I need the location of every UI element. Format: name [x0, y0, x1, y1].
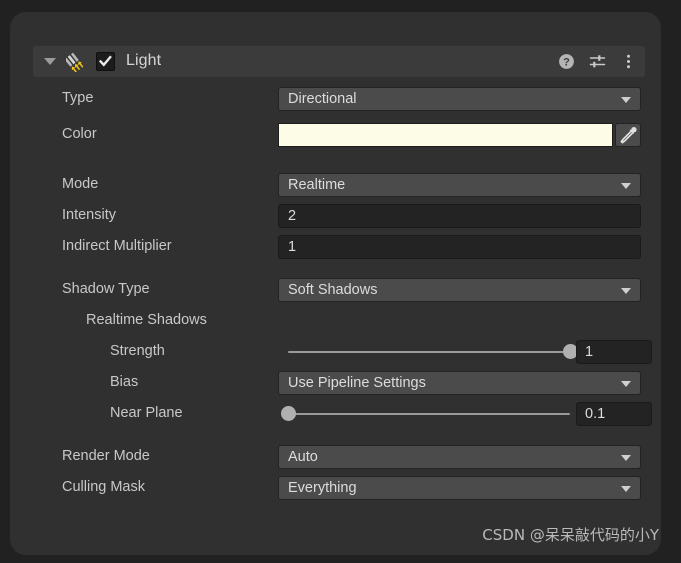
row-culling-mask: Culling Mask Everything	[10, 476, 661, 500]
eyedropper-icon[interactable]	[615, 123, 641, 147]
label-strength: Strength	[110, 343, 165, 359]
label-realtime-shadows: Realtime Shadows	[86, 312, 207, 328]
watermark-text: CSDN @呆呆敲代码的小Y	[482, 526, 659, 544]
label-culling-mask: Culling Mask	[62, 479, 145, 495]
dropdown-value-render-mode: Auto	[288, 449, 318, 465]
component-title: Light	[126, 52, 162, 69]
row-bias: Bias Use Pipeline Settings	[10, 371, 661, 395]
row-near-plane: Near Plane 0.1	[10, 402, 661, 426]
row-strength: Strength 1	[10, 340, 661, 364]
row-type: Type Directional	[10, 87, 661, 111]
light-component-header[interactable]: Light ?	[33, 46, 645, 77]
number-input-indirect-multiplier[interactable]: 1	[278, 235, 641, 259]
chevron-down-icon	[621, 455, 631, 461]
chevron-down-icon	[621, 288, 631, 294]
slider-handle-near-plane[interactable]	[280, 406, 296, 421]
label-type: Type	[62, 90, 94, 106]
slider-value-input-near-plane[interactable]: 0.1	[576, 402, 652, 426]
color-swatch-color[interactable]	[278, 123, 613, 147]
label-intensity: Intensity	[62, 207, 116, 223]
label-bias: Bias	[110, 374, 139, 390]
slider-value-input-strength[interactable]: 1	[576, 340, 652, 364]
label-render-mode: Render Mode	[62, 448, 150, 464]
label-indirect-multiplier: Indirect Multiplier	[62, 238, 172, 254]
foldout-arrow-icon[interactable]	[44, 58, 56, 65]
number-input-intensity[interactable]: 2	[278, 204, 641, 228]
chevron-down-icon	[621, 97, 631, 103]
dropdown-culling-mask[interactable]: Everything	[278, 476, 641, 500]
slider-track-near-plane[interactable]	[288, 413, 570, 415]
inspector-panel: Light ? Type Directional Color Mode Real…	[10, 12, 661, 555]
component-enabled-checkbox[interactable]	[96, 52, 115, 71]
slider-track-strength[interactable]	[288, 351, 570, 353]
header-icon-group: ?	[558, 46, 637, 77]
label-near-plane: Near Plane	[110, 405, 183, 421]
unity-inspector-screen: Light ? Type Directional Color Mode Real…	[0, 0, 681, 563]
row-indirect-multiplier: Indirect Multiplier 1	[10, 235, 661, 259]
dropdown-mode[interactable]: Realtime	[278, 173, 641, 197]
dropdown-value-mode: Realtime	[288, 177, 346, 193]
row-mode: Mode Realtime	[10, 173, 661, 197]
dropdown-value-bias: Use Pipeline Settings	[288, 375, 426, 391]
label-mode: Mode	[62, 176, 99, 192]
help-icon[interactable]: ?	[558, 53, 575, 70]
preset-settings-icon[interactable]	[589, 53, 606, 70]
label-color: Color	[62, 126, 97, 142]
dropdown-value-shadow-type: Soft Shadows	[288, 282, 378, 298]
chevron-down-icon	[621, 486, 631, 492]
row-realtime-shadows: Realtime Shadows	[10, 309, 661, 333]
dropdown-shadow-type[interactable]: Soft Shadows	[278, 278, 641, 302]
row-render-mode: Render Mode Auto	[10, 445, 661, 469]
chevron-down-icon	[621, 183, 631, 189]
label-shadow-type: Shadow Type	[62, 281, 150, 297]
dropdown-bias[interactable]: Use Pipeline Settings	[278, 371, 641, 395]
svg-text:?: ?	[563, 57, 570, 69]
dropdown-render-mode[interactable]: Auto	[278, 445, 641, 469]
dropdown-type[interactable]: Directional	[278, 87, 641, 111]
chevron-down-icon	[621, 381, 631, 387]
directional-light-icon	[64, 51, 88, 73]
row-intensity: Intensity 2	[10, 204, 661, 228]
row-shadow-type: Shadow Type Soft Shadows	[10, 278, 661, 302]
dropdown-value-type: Directional	[288, 91, 357, 107]
dropdown-value-culling-mask: Everything	[288, 480, 357, 496]
more-menu-icon[interactable]	[620, 53, 637, 70]
row-color: Color	[10, 123, 661, 147]
